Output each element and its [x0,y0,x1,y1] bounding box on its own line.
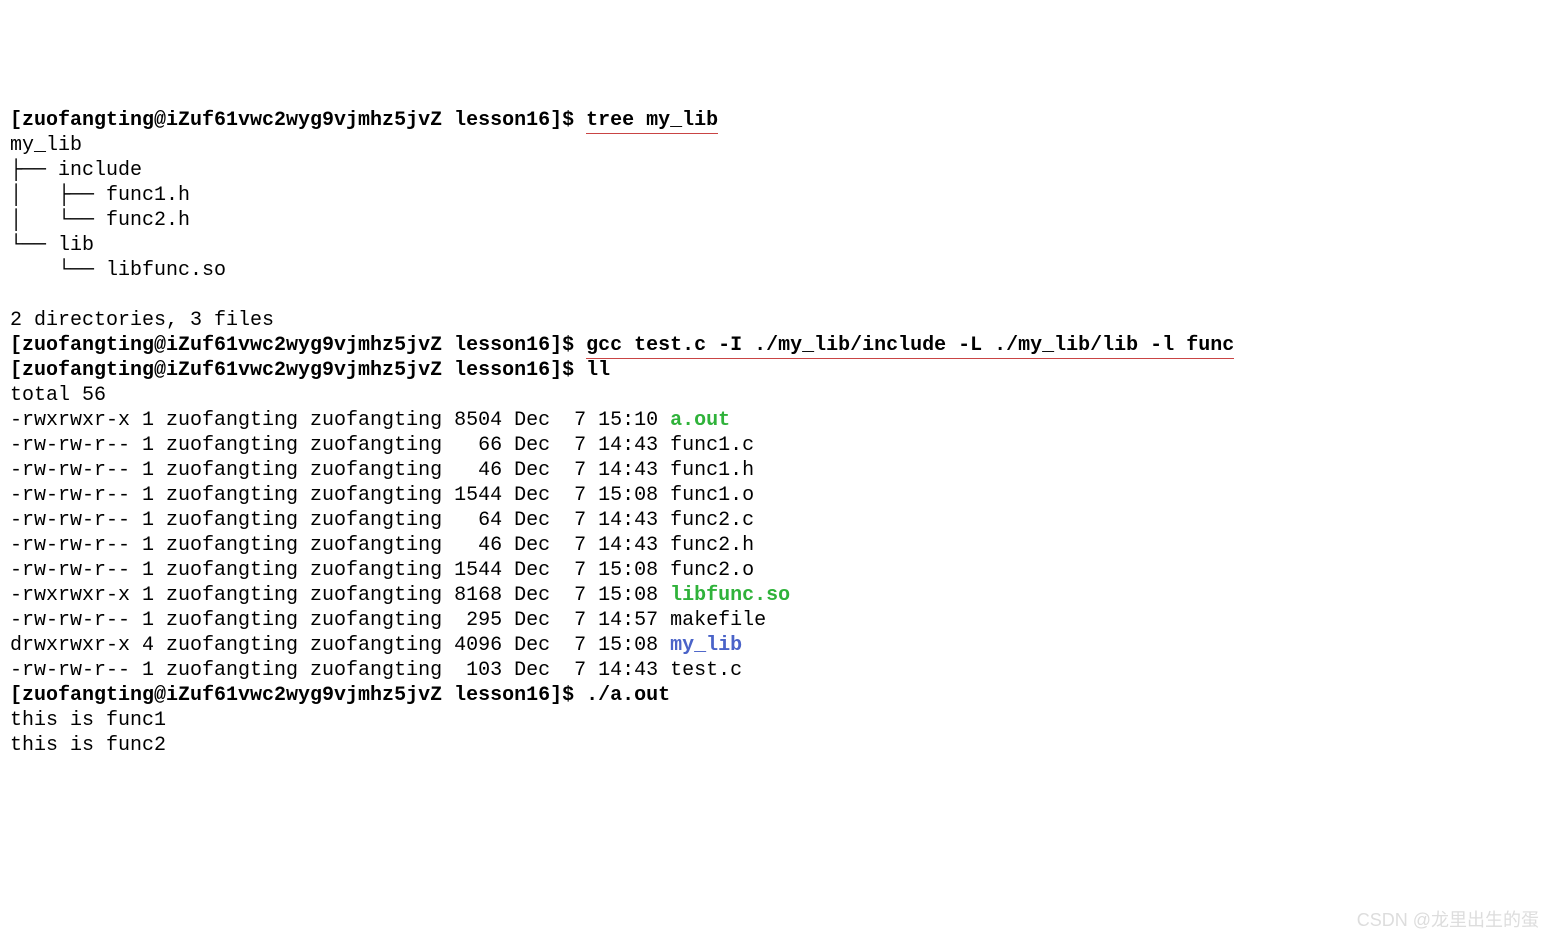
command-run: ./a.out [586,684,670,707]
ls-row: -rw-rw-r-- 1 zuofangting zuofangting 46 … [10,534,754,557]
shell-prompt: [zuofangting@iZuf61vwc2wyg9vjmhz5jvZ les… [10,359,586,382]
file-name: makefile [670,609,766,632]
tree-line: ├── include [10,159,142,182]
tree-line: └── libfunc.so [10,259,226,282]
file-name: test.c [670,659,742,682]
ls-row: -rw-rw-r-- 1 zuofangting zuofangting 295… [10,609,766,632]
ls-total: total 56 [10,384,106,407]
tree-line: my_lib [10,134,82,157]
ls-row: -rw-rw-r-- 1 zuofangting zuofangting 154… [10,559,754,582]
tree-line: │ └── func2.h [10,209,190,232]
watermark-text: CSDN @龙里出生的蛋 [1357,908,1539,933]
file-name: func1.h [670,459,754,482]
shell-prompt: [zuofangting@iZuf61vwc2wyg9vjmhz5jvZ les… [10,109,586,132]
file-name: func2.h [670,534,754,557]
command-gcc: gcc test.c -I ./my_lib/include -L ./my_l… [586,334,1234,359]
file-name: func2.c [670,509,754,532]
command-ll: ll [586,359,610,382]
ls-row: -rwxrwxr-x 1 zuofangting zuofangting 816… [10,584,790,607]
shell-prompt: [zuofangting@iZuf61vwc2wyg9vjmhz5jvZ les… [10,684,586,707]
file-name: func1.c [670,434,754,457]
ls-row: -rw-rw-r-- 1 zuofangting zuofangting 66 … [10,434,754,457]
ls-row: -rw-rw-r-- 1 zuofangting zuofangting 103… [10,659,742,682]
terminal-output: [zuofangting@iZuf61vwc2wyg9vjmhz5jvZ les… [10,108,1545,758]
ls-row: -rwxrwxr-x 1 zuofangting zuofangting 850… [10,409,730,432]
file-name: func1.o [670,484,754,507]
file-name: libfunc.so [670,584,790,607]
tree-line: │ ├── func1.h [10,184,190,207]
ls-row: -rw-rw-r-- 1 zuofangting zuofangting 46 … [10,459,754,482]
ls-row: -rw-rw-r-- 1 zuofangting zuofangting 64 … [10,509,754,532]
command-tree: tree my_lib [586,109,718,134]
file-name: func2.o [670,559,754,582]
program-output: this is func2 [10,734,166,757]
file-name: a.out [670,409,730,432]
ls-row: drwxrwxr-x 4 zuofangting zuofangting 409… [10,634,742,657]
ls-row: -rw-rw-r-- 1 zuofangting zuofangting 154… [10,484,754,507]
file-name: my_lib [670,634,742,657]
tree-summary: 2 directories, 3 files [10,309,274,332]
shell-prompt: [zuofangting@iZuf61vwc2wyg9vjmhz5jvZ les… [10,334,586,357]
tree-line: └── lib [10,234,94,257]
program-output: this is func1 [10,709,166,732]
